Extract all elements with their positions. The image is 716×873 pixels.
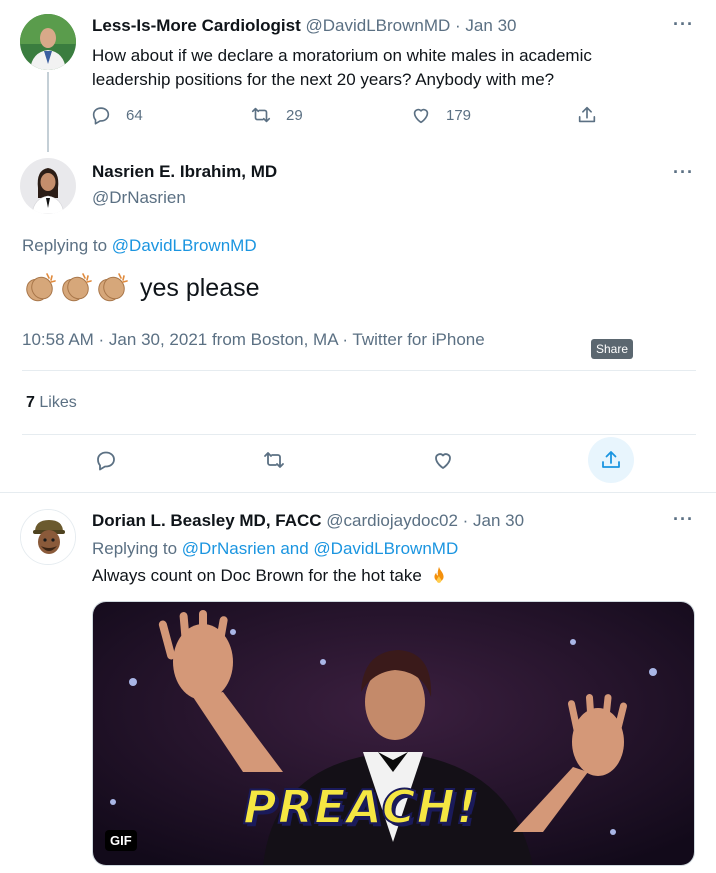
- likes-count: 7: [26, 394, 35, 411]
- clap-emojis: [22, 270, 130, 306]
- display-name[interactable]: Dorian L. Beasley MD, FACC: [92, 511, 322, 530]
- share-button[interactable]: [588, 437, 634, 483]
- reply-icon: [97, 451, 115, 471]
- heart-icon: [413, 108, 429, 124]
- tweet-time[interactable]: · Jan 30: [455, 16, 516, 35]
- tweet-text: How about if we declare a moratorium on …: [92, 46, 592, 89]
- like-button[interactable]: [423, 440, 463, 480]
- mention-link[interactable]: @DrNasrien: [182, 539, 276, 558]
- replying-to: Replying to @DrNasrien and @DavidLBrownM…: [92, 539, 458, 559]
- tweet-timestamp[interactable]: 10:58 AM · Jan 30, 2021 from Boston, MA …: [22, 330, 485, 350]
- tweet-actions: 64 29 179: [90, 104, 620, 132]
- replying-and: and: [280, 539, 309, 558]
- more-icon[interactable]: ···: [673, 162, 694, 183]
- replying-label: Replying to: [22, 236, 108, 255]
- avatar[interactable]: [20, 14, 76, 70]
- gif-caption: PREACH!: [242, 779, 478, 835]
- tweet-actions: [0, 437, 716, 486]
- retweet-button[interactable]: [254, 440, 294, 480]
- reply-icon: [92, 107, 110, 125]
- share-button[interactable]: [576, 104, 598, 126]
- parent-tweet[interactable]: Less-Is-More Cardiologist @DavidLBrownMD…: [0, 0, 716, 152]
- gif-media[interactable]: PREACH! GIF: [92, 601, 695, 866]
- tweet-text: Always count on Doc Brown for the hot ta…: [92, 565, 450, 587]
- tweet-header: Dorian L. Beasley MD, FACC @cardiojaydoc…: [92, 511, 524, 531]
- retweet-icon: [264, 452, 284, 468]
- thread-line: [47, 72, 49, 152]
- tweet-text: yes please: [22, 270, 260, 306]
- reply-count: 64: [126, 106, 143, 124]
- retweet-icon: [251, 107, 271, 123]
- heart-icon: [435, 453, 451, 469]
- avatar[interactable]: [20, 509, 76, 565]
- more-icon[interactable]: ···: [673, 509, 694, 530]
- retweet-button[interactable]: 29: [250, 104, 303, 126]
- display-name[interactable]: Less-Is-More Cardiologist: [92, 16, 301, 35]
- clapping-hands-icon: [98, 273, 128, 302]
- reply-tweet[interactable]: Dorian L. Beasley MD, FACC @cardiojaydoc…: [0, 493, 716, 873]
- divider: [22, 434, 696, 435]
- clapping-hands-icon: [62, 273, 92, 302]
- likes-summary[interactable]: 7 Likes: [26, 394, 77, 412]
- tweet-header: Less-Is-More Cardiologist @DavidLBrownMD…: [92, 16, 516, 36]
- share-icon: [602, 451, 620, 468]
- handle[interactable]: @DrNasrien: [92, 188, 186, 208]
- tweet-time[interactable]: · Jan 30: [463, 511, 524, 530]
- more-icon[interactable]: ···: [673, 14, 694, 35]
- gif-badge: GIF: [105, 830, 137, 851]
- like-button[interactable]: 179: [410, 104, 471, 126]
- handle[interactable]: @DavidLBrownMD: [306, 16, 451, 35]
- retweet-count: 29: [286, 106, 303, 124]
- display-name[interactable]: Nasrien E. Ibrahim, MD: [92, 162, 277, 182]
- tweet-body: yes please: [140, 273, 260, 302]
- mention-link[interactable]: @DavidLBrownMD: [112, 236, 257, 255]
- divider: [22, 370, 696, 371]
- avatar[interactable]: [20, 158, 76, 214]
- handle[interactable]: @cardiojaydoc02: [326, 511, 458, 530]
- fire-icon: [434, 566, 444, 583]
- share-tooltip: Share: [591, 339, 634, 359]
- share-icon: [578, 106, 596, 123]
- replying-to: Replying to @DavidLBrownMD: [22, 236, 257, 256]
- clapping-hands-icon: [26, 273, 56, 302]
- mention-link[interactable]: @DavidLBrownMD: [313, 539, 458, 558]
- like-count: 179: [446, 106, 472, 124]
- replying-label: Replying to: [92, 539, 178, 558]
- reply-button[interactable]: [86, 440, 126, 480]
- likes-label: Likes: [39, 394, 77, 411]
- reply-button[interactable]: 64: [90, 104, 143, 126]
- tweet-body: Always count on Doc Brown for the hot ta…: [92, 566, 422, 585]
